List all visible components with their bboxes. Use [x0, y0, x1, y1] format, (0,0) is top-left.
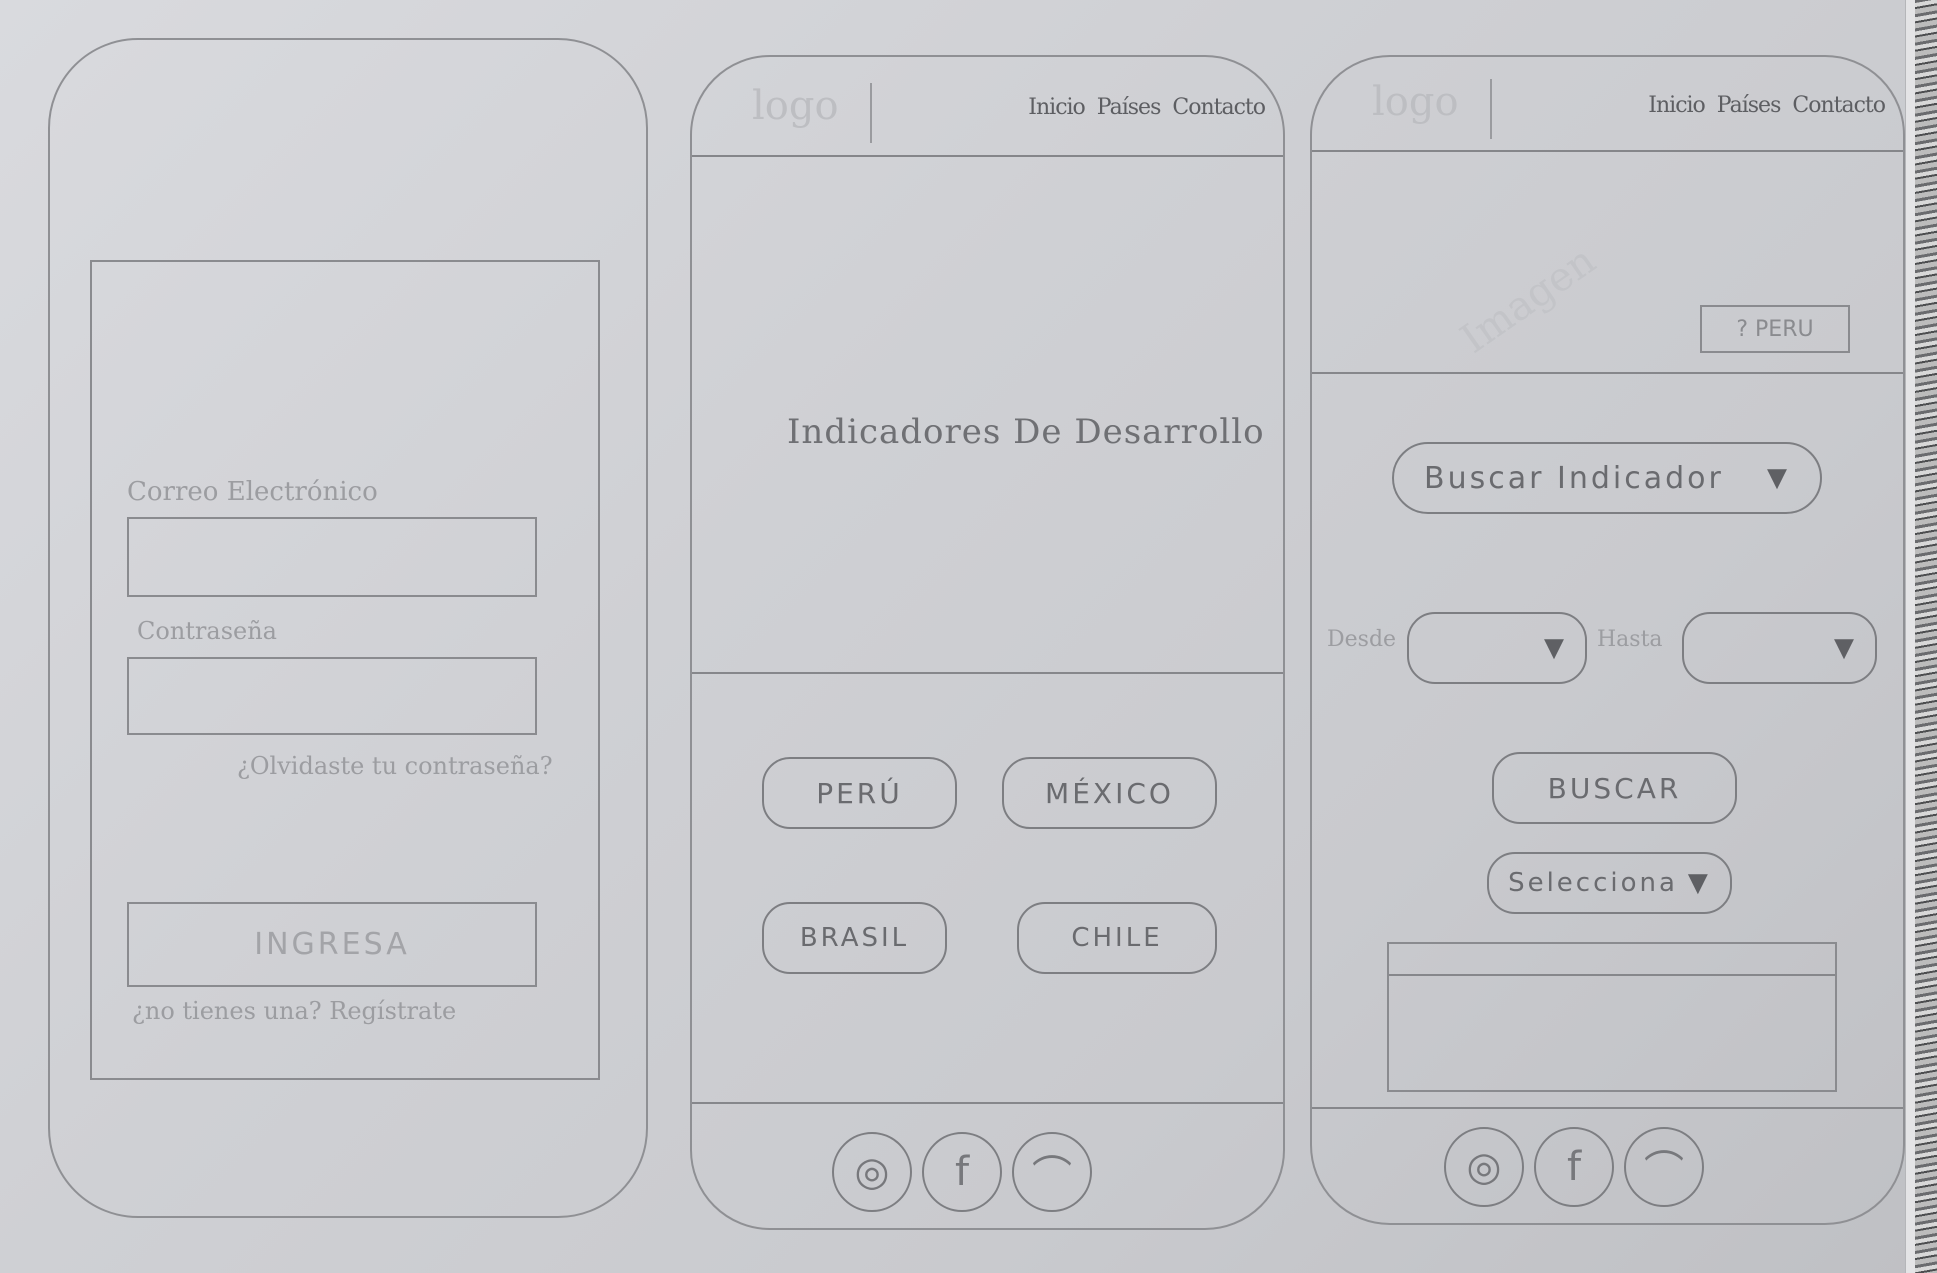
hero-divider — [692, 672, 1283, 674]
select-dropdown-label: Selecciona — [1508, 868, 1678, 898]
password-field[interactable] — [127, 657, 537, 735]
detail-nav: Inicio Países Contacto — [1648, 93, 1886, 118]
table-surface — [1915, 0, 1937, 1273]
chevron-down-icon: ▼ — [1834, 633, 1857, 663]
country-button-peru[interactable]: PERÚ — [762, 757, 957, 829]
nav-contacto[interactable]: Contacto — [1172, 95, 1266, 120]
from-dropdown[interactable]: ▼ — [1407, 612, 1587, 684]
chevron-down-icon: ▼ — [1544, 633, 1567, 663]
to-label: Hasta — [1597, 627, 1663, 652]
register-link[interactable]: ¿no tienes una? Regístrate — [132, 997, 456, 1025]
facebook-icon[interactable]: f — [922, 1132, 1002, 1212]
home-phone: logo Inicio Países Contacto Indicadores … — [690, 55, 1285, 1230]
chevron-down-icon: ▼ — [1767, 463, 1790, 493]
home-logo[interactable]: logo — [752, 83, 872, 143]
search-indicator-dropdown[interactable]: Buscar Indicador ▼ — [1392, 442, 1822, 514]
nav-contacto[interactable]: Contacto — [1792, 93, 1886, 118]
results-table-header-divider — [1389, 974, 1835, 976]
paper-edge — [1905, 0, 1915, 1273]
search-indicator-label: Buscar Indicador — [1424, 460, 1724, 496]
chevron-down-icon: ▼ — [1687, 868, 1711, 898]
twitter-icon[interactable]: ⌒ — [1012, 1132, 1092, 1212]
email-field[interactable] — [127, 517, 537, 597]
login-button[interactable]: INGRESA — [127, 902, 537, 987]
detail-logo[interactable]: logo — [1372, 79, 1492, 139]
select-dropdown[interactable]: Selecciona ▼ — [1487, 852, 1732, 914]
home-header: logo Inicio Países Contacto — [692, 57, 1283, 157]
login-button-label: INGRESA — [254, 927, 410, 962]
nav-paises[interactable]: Países — [1097, 95, 1162, 120]
to-dropdown[interactable]: ▼ — [1682, 612, 1877, 684]
login-form-panel: Correo Electrónico Contraseña ¿Olvidaste… — [90, 260, 600, 1080]
nav-inicio[interactable]: Inicio — [1648, 93, 1705, 118]
country-button-brasil[interactable]: BRASIL — [762, 902, 947, 974]
footer-divider — [1312, 1107, 1903, 1109]
hero-title: Indicadores De Desarrollo — [787, 412, 1265, 452]
detail-phone: logo Inicio Países Contacto Imagen ? PER… — [1310, 55, 1905, 1225]
country-button-chile[interactable]: CHILE — [1017, 902, 1217, 974]
search-button[interactable]: BUSCAR — [1492, 752, 1737, 824]
image-divider — [1312, 372, 1903, 374]
detail-header: logo Inicio Países Contacto — [1312, 57, 1903, 152]
results-table — [1387, 942, 1837, 1092]
country-button-mexico[interactable]: MÉXICO — [1002, 757, 1217, 829]
nav-inicio[interactable]: Inicio — [1028, 95, 1085, 120]
facebook-icon[interactable]: f — [1534, 1127, 1614, 1207]
login-phone: Correo Electrónico Contraseña ¿Olvidaste… — [48, 38, 648, 1218]
image-placeholder: Imagen — [1452, 237, 1605, 363]
forgot-password-link[interactable]: ¿Olvidaste tu contraseña? — [237, 752, 553, 780]
twitter-icon[interactable]: ⌒ — [1624, 1127, 1704, 1207]
home-nav: Inicio Países Contacto — [1028, 95, 1266, 120]
instagram-icon[interactable]: ◎ — [1444, 1127, 1524, 1207]
nav-paises[interactable]: Países — [1717, 93, 1782, 118]
country-badge: ? PERU — [1700, 305, 1850, 353]
email-label: Correo Electrónico — [127, 477, 378, 507]
password-label: Contraseña — [137, 617, 277, 645]
instagram-icon[interactable]: ◎ — [832, 1132, 912, 1212]
from-label: Desde — [1327, 627, 1397, 652]
footer-divider — [692, 1102, 1283, 1104]
